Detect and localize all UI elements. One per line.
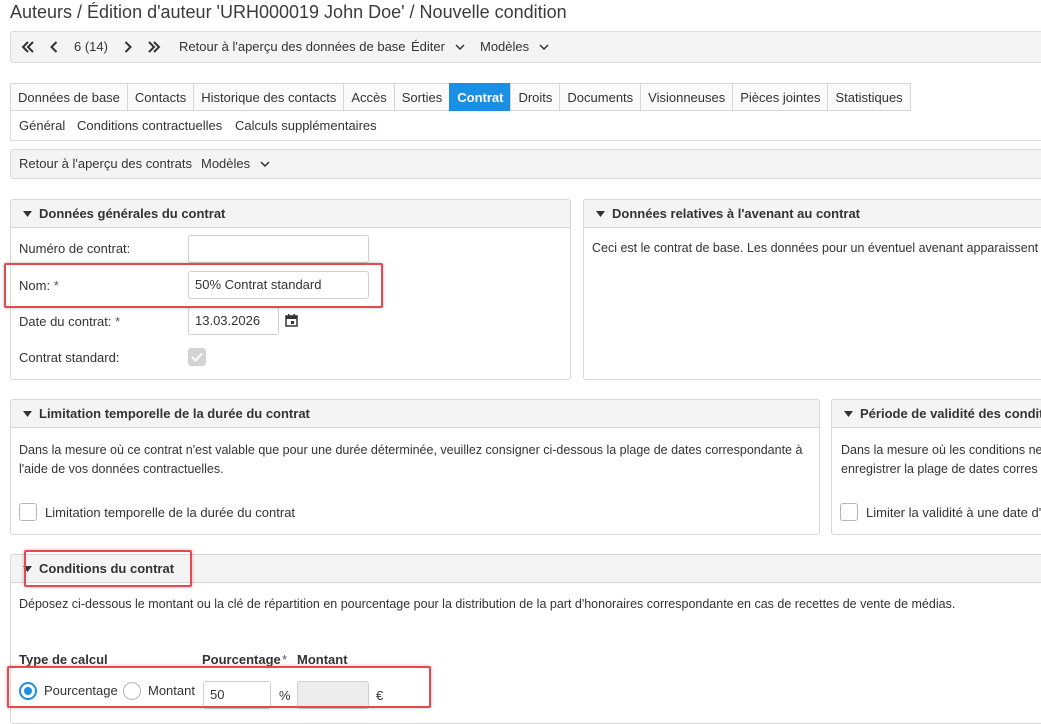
conditions-text: Déposez ci-dessous le montant ou la clé …: [19, 597, 956, 611]
record-toolbar: 6 (14) Retour à l'aperçu des données de …: [10, 31, 1041, 63]
subtab-calculs-supplementaires[interactable]: Calculs supplémentaires: [235, 118, 377, 133]
collapse-triangle-icon: [596, 211, 605, 217]
main-tabs: Données de base Contacts Historique des …: [10, 83, 911, 111]
name-field[interactable]: 50% Contrat standard: [188, 271, 369, 299]
previous-record-icon[interactable]: [50, 32, 58, 62]
time-limit-panel: Limitation temporelle de la durée du con…: [10, 399, 820, 535]
page-title: Auteurs / Édition d'auteur 'URH000019 Jo…: [10, 2, 567, 22]
time-limit-header[interactable]: Limitation temporelle de la durée du con…: [11, 400, 819, 428]
time-limit-checkbox[interactable]: [19, 503, 37, 521]
chevron-down-icon: [539, 44, 549, 50]
tab-pieces-jointes[interactable]: Pièces jointes: [732, 83, 828, 111]
contract-templates-menu[interactable]: Modèles: [201, 150, 270, 180]
time-limit-text: Dans la mesure où ce contrat n'est valab…: [19, 443, 803, 476]
panel-title: Données générales du contrat: [39, 206, 226, 221]
sub-tabs: Général Conditions contractuelles Calcul…: [10, 111, 1041, 141]
panel-title: Conditions du contrat: [39, 561, 175, 576]
contract-number-label: Numéro de contrat:: [19, 241, 131, 256]
panel-title: Période de validité des conditio: [860, 406, 1041, 421]
validity-checkbox-label: Limiter la validité à une date d'a: [866, 505, 1041, 520]
validity-checkbox[interactable]: [840, 503, 858, 521]
chevron-down-icon: [260, 161, 270, 167]
percentage-header: Pourcentage: [202, 652, 281, 667]
amendment-panel: Données relatives à l'avenant au contrat…: [583, 199, 1041, 380]
contract-number-field[interactable]: [188, 235, 369, 263]
percentage-field[interactable]: 50: [203, 681, 271, 709]
collapse-triangle-icon: [23, 566, 32, 572]
validity-panel: Période de validité des conditio Dans la…: [831, 399, 1041, 535]
collapse-triangle-icon: [844, 411, 853, 417]
subtab-general[interactable]: Général: [19, 118, 65, 133]
tab-historique-des-contacts[interactable]: Historique des contacts: [193, 83, 344, 111]
validity-text-line2: enregistrer la plage de dates corres: [841, 462, 1038, 476]
date-label: Date du contrat: *: [19, 314, 121, 329]
first-record-icon[interactable]: [21, 32, 35, 62]
tab-visionneuses[interactable]: Visionneuses: [640, 83, 733, 111]
tab-droits[interactable]: Droits: [510, 83, 560, 111]
general-contract-panel: Données générales du contrat Numéro de c…: [10, 199, 571, 380]
date-field[interactable]: 13.03.2026: [188, 307, 279, 335]
percentage-radio-label: Pourcentage: [44, 683, 118, 698]
standard-contract-checkbox: [188, 348, 206, 366]
amount-header: Montant: [297, 652, 348, 667]
panel-title: Données relatives à l'avenant au contrat: [612, 206, 861, 221]
tab-contrat[interactable]: Contrat: [449, 83, 511, 111]
time-limit-checkbox-label: Limitation temporelle de la durée du con…: [45, 505, 296, 520]
currency-unit: €: [376, 688, 384, 703]
required-marker: *: [282, 652, 288, 667]
amount-radio[interactable]: [123, 682, 141, 700]
tab-contacts[interactable]: Contacts: [126, 83, 194, 111]
subtab-conditions-contractuelles[interactable]: Conditions contractuelles: [77, 118, 222, 133]
templates-menu[interactable]: Modèles: [480, 32, 549, 62]
conditions-panel: Conditions du contrat Déposez ci-dessous…: [10, 554, 1041, 724]
percentage-radio[interactable]: [19, 682, 37, 700]
validity-header[interactable]: Période de validité des conditio: [832, 400, 1041, 428]
tab-acces[interactable]: Accès: [343, 83, 394, 111]
collapse-triangle-icon: [23, 211, 32, 217]
general-contract-header[interactable]: Données générales du contrat: [11, 200, 570, 228]
panel-title: Limitation temporelle de la durée du con…: [39, 406, 310, 421]
tab-statistiques[interactable]: Statistiques: [827, 83, 911, 111]
collapse-triangle-icon: [23, 411, 32, 417]
last-record-icon[interactable]: [147, 32, 161, 62]
contract-templates-label: Modèles: [201, 156, 251, 171]
back-to-overview-button[interactable]: Retour à l'aperçu des données de base: [179, 32, 406, 62]
templates-menu-label: Modèles: [480, 39, 530, 54]
name-label: Nom: *: [19, 278, 59, 293]
validity-text-line1: Dans la mesure où les conditions ne: [841, 443, 1041, 457]
conditions-header[interactable]: Conditions du contrat: [11, 555, 1041, 583]
amendment-header[interactable]: Données relatives à l'avenant au contrat: [584, 200, 1041, 228]
next-record-icon[interactable]: [124, 32, 132, 62]
percent-unit: %: [279, 688, 291, 703]
amount-field: [297, 681, 369, 709]
back-to-contracts-button[interactable]: Retour à l'aperçu des contrats: [19, 150, 192, 180]
record-position: 6 (14): [74, 39, 108, 54]
tab-documents[interactable]: Documents: [559, 83, 641, 111]
edit-menu[interactable]: Éditer: [411, 32, 465, 62]
amount-radio-label: Montant: [148, 683, 195, 698]
edit-menu-label: Éditer: [411, 39, 445, 54]
tab-donnees-de-base[interactable]: Données de base: [10, 83, 127, 111]
calendar-icon[interactable]: [285, 314, 298, 327]
chevron-down-icon: [455, 44, 465, 50]
standard-contract-label: Contrat standard:: [19, 350, 120, 365]
checkmark-icon: [191, 352, 203, 362]
amendment-text: Ceci est le contrat de base. Les données…: [592, 241, 1039, 255]
calc-type-header: Type de calcul: [19, 652, 108, 667]
tab-sorties[interactable]: Sorties: [393, 83, 450, 111]
contract-toolbar: Retour à l'aperçu des contrats Modèles: [10, 149, 1041, 179]
